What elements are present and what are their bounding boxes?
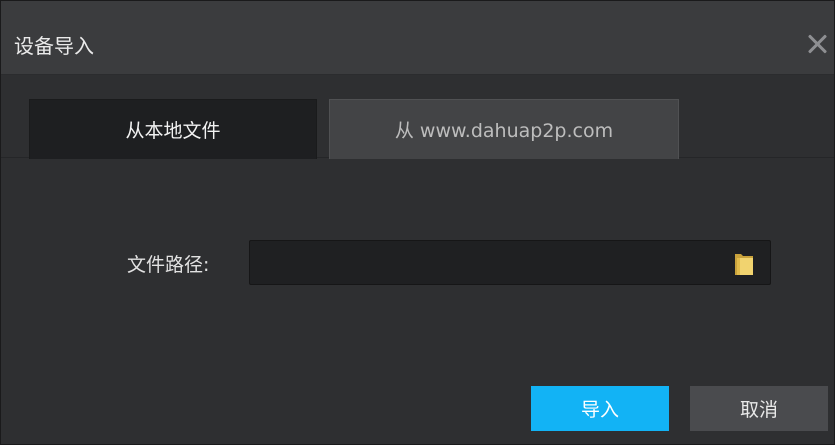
tab-local-file[interactable]: 从本地文件 <box>29 99 317 159</box>
device-import-dialog: 设备导入 从本地文件 从 www.dahuap2p.com 文件路径: 导入 取… <box>0 0 835 445</box>
file-path-input[interactable] <box>249 240 771 285</box>
import-button-label: 导入 <box>580 399 619 421</box>
file-path-label: 文件路径: <box>127 254 210 276</box>
dialog-title: 设备导入 <box>14 34 94 58</box>
cancel-button-label: 取消 <box>739 399 778 421</box>
tab-dahuap2p[interactable]: 从 www.dahuap2p.com <box>329 99 679 159</box>
title-bar: 设备导入 <box>1 1 834 75</box>
close-icon[interactable] <box>804 31 830 57</box>
cancel-button[interactable]: 取消 <box>690 386 828 431</box>
folder-icon[interactable] <box>733 251 755 277</box>
tab-local-file-label: 从本地文件 <box>125 120 221 142</box>
import-button[interactable]: 导入 <box>531 386 669 431</box>
tab-dahuap2p-label: 从 www.dahuap2p.com <box>394 120 614 142</box>
